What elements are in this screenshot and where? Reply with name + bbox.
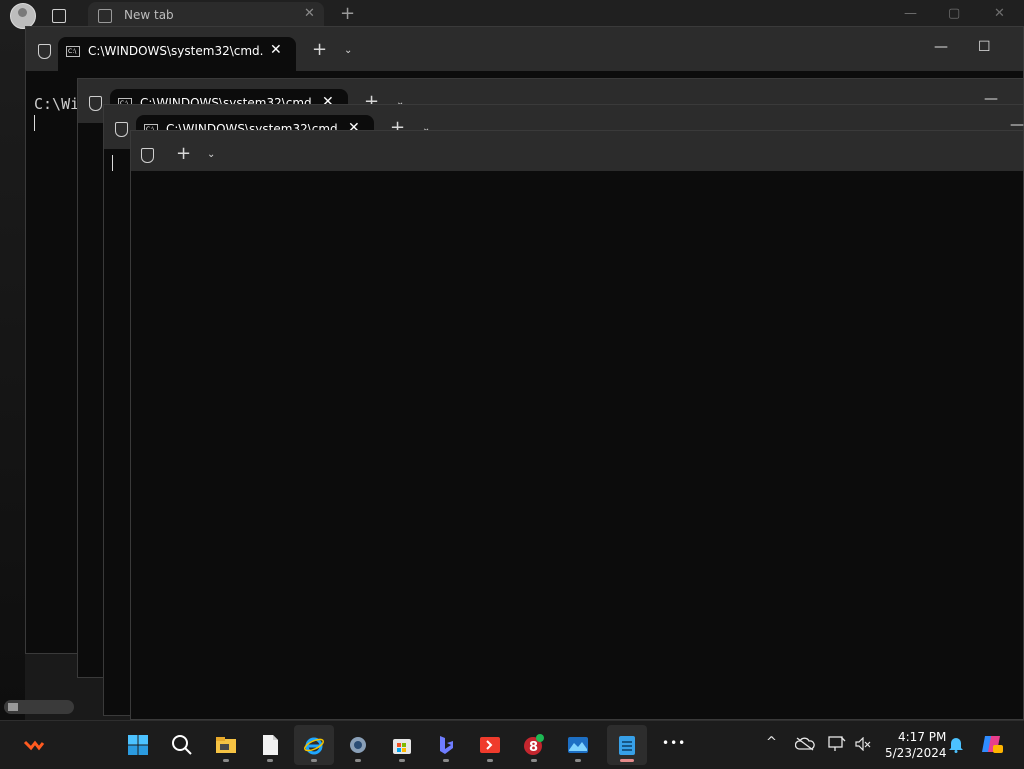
running-indicator	[267, 759, 273, 762]
text-cursor	[34, 115, 35, 131]
app-orange-icon	[23, 740, 45, 751]
network-icon[interactable]	[828, 736, 846, 752]
internet-explorer-icon	[304, 737, 324, 755]
scroll-arrow-left-icon[interactable]	[8, 703, 18, 711]
terminal-dropdown-button[interactable]: ⌄	[344, 45, 352, 56]
volume-muted-icon[interactable]	[855, 737, 871, 751]
terminal-minimize-button[interactable]: —	[934, 39, 948, 55]
svg-text:8: 8	[529, 740, 538, 755]
search-button[interactable]	[162, 725, 202, 765]
taskbar: 8 ••• ^ 4:17 PM 5/23/2024	[0, 720, 1024, 769]
start-icon	[128, 735, 148, 755]
text-cursor	[112, 155, 113, 171]
terminal-new-tab-button[interactable]: +	[176, 143, 191, 164]
clock-time[interactable]: 4:17 PM	[898, 730, 946, 744]
taskbar-store[interactable]	[382, 725, 422, 765]
notepad-icon	[619, 736, 635, 755]
notification-bell-icon[interactable]	[948, 736, 964, 753]
cmd-icon: C:\	[66, 46, 80, 57]
running-indicator	[223, 759, 229, 762]
browser-close-button[interactable]: ✕	[994, 6, 1005, 21]
terminal-prompt: C:\Wi	[34, 95, 80, 113]
taskbar-app-orange[interactable]	[14, 725, 54, 765]
taskbar-more-button[interactable]: •••	[652, 725, 692, 765]
more-icon: •••	[662, 736, 687, 750]
search-icon	[172, 735, 192, 755]
taskbar-anydesk[interactable]	[470, 725, 510, 765]
start-button[interactable]	[118, 725, 158, 765]
shield-icon	[38, 44, 51, 59]
copilot-icon[interactable]	[980, 732, 1004, 756]
browser-new-tab-button[interactable]: +	[340, 3, 355, 24]
bing-icon	[440, 736, 453, 754]
browser-minimize-button[interactable]: —	[904, 6, 917, 21]
store-icon	[393, 739, 411, 754]
terminal-tab-close-button[interactable]: ✕	[270, 42, 282, 58]
settings-icon	[350, 737, 366, 753]
terminal-tab-title: C:\WINDOWS\system32\cmd.	[88, 44, 264, 58]
running-indicator	[575, 759, 581, 762]
browser-tab-close-button[interactable]: ✕	[304, 6, 315, 21]
taskbar-photos[interactable]	[558, 725, 598, 765]
taskbar-app-8[interactable]: 8	[514, 725, 554, 765]
browser-restore-button[interactable]: ▢	[948, 6, 960, 21]
tray-overflow-chevron[interactable]: ^	[766, 735, 777, 750]
terminal-titlebar-4: + ⌄	[131, 131, 1023, 171]
clock-date[interactable]: 5/23/2024	[885, 746, 947, 760]
taskbar-file-explorer[interactable]	[206, 725, 246, 765]
shield-icon	[115, 122, 128, 137]
horizontal-scrollbar[interactable]	[4, 700, 74, 714]
taskbar-file[interactable]	[250, 725, 290, 765]
terminal-maximize-button[interactable]: ☐	[978, 39, 991, 55]
terminal-window-4[interactable]: + ⌄	[130, 130, 1024, 720]
browser-tab-label: New tab	[124, 8, 174, 22]
running-indicator	[355, 759, 361, 762]
app-8-icon: 8	[524, 734, 544, 755]
shield-icon	[89, 96, 102, 111]
photos-icon	[568, 737, 588, 753]
running-indicator	[443, 759, 449, 762]
running-indicator	[620, 759, 634, 762]
notepad-file-icon	[263, 735, 278, 755]
running-indicator	[531, 759, 537, 762]
terminal-dropdown-button[interactable]: ⌄	[207, 149, 215, 160]
running-indicator	[487, 759, 493, 762]
taskbar-settings[interactable]	[338, 725, 378, 765]
taskbar-notepad[interactable]	[607, 725, 647, 765]
sidebar-toggle-icon[interactable]	[52, 9, 66, 23]
taskbar-internet-explorer[interactable]	[294, 725, 334, 765]
shield-icon	[141, 148, 154, 163]
file-explorer-icon	[216, 737, 236, 753]
terminal-titlebar-1: C:\ C:\WINDOWS\system32\cmd. ✕ + ⌄ — ☐	[26, 27, 1023, 71]
terminal-new-tab-button[interactable]: +	[312, 39, 327, 60]
new-tab-page-icon	[98, 9, 112, 23]
taskbar-bing[interactable]	[426, 725, 466, 765]
anydesk-icon	[480, 737, 500, 753]
running-indicator	[399, 759, 405, 762]
terminal-tab-1[interactable]: C:\ C:\WINDOWS\system32\cmd. ✕	[58, 37, 296, 71]
running-indicator	[311, 759, 317, 762]
background-window-strip	[0, 30, 25, 720]
onedrive-offline-icon[interactable]	[795, 737, 815, 751]
